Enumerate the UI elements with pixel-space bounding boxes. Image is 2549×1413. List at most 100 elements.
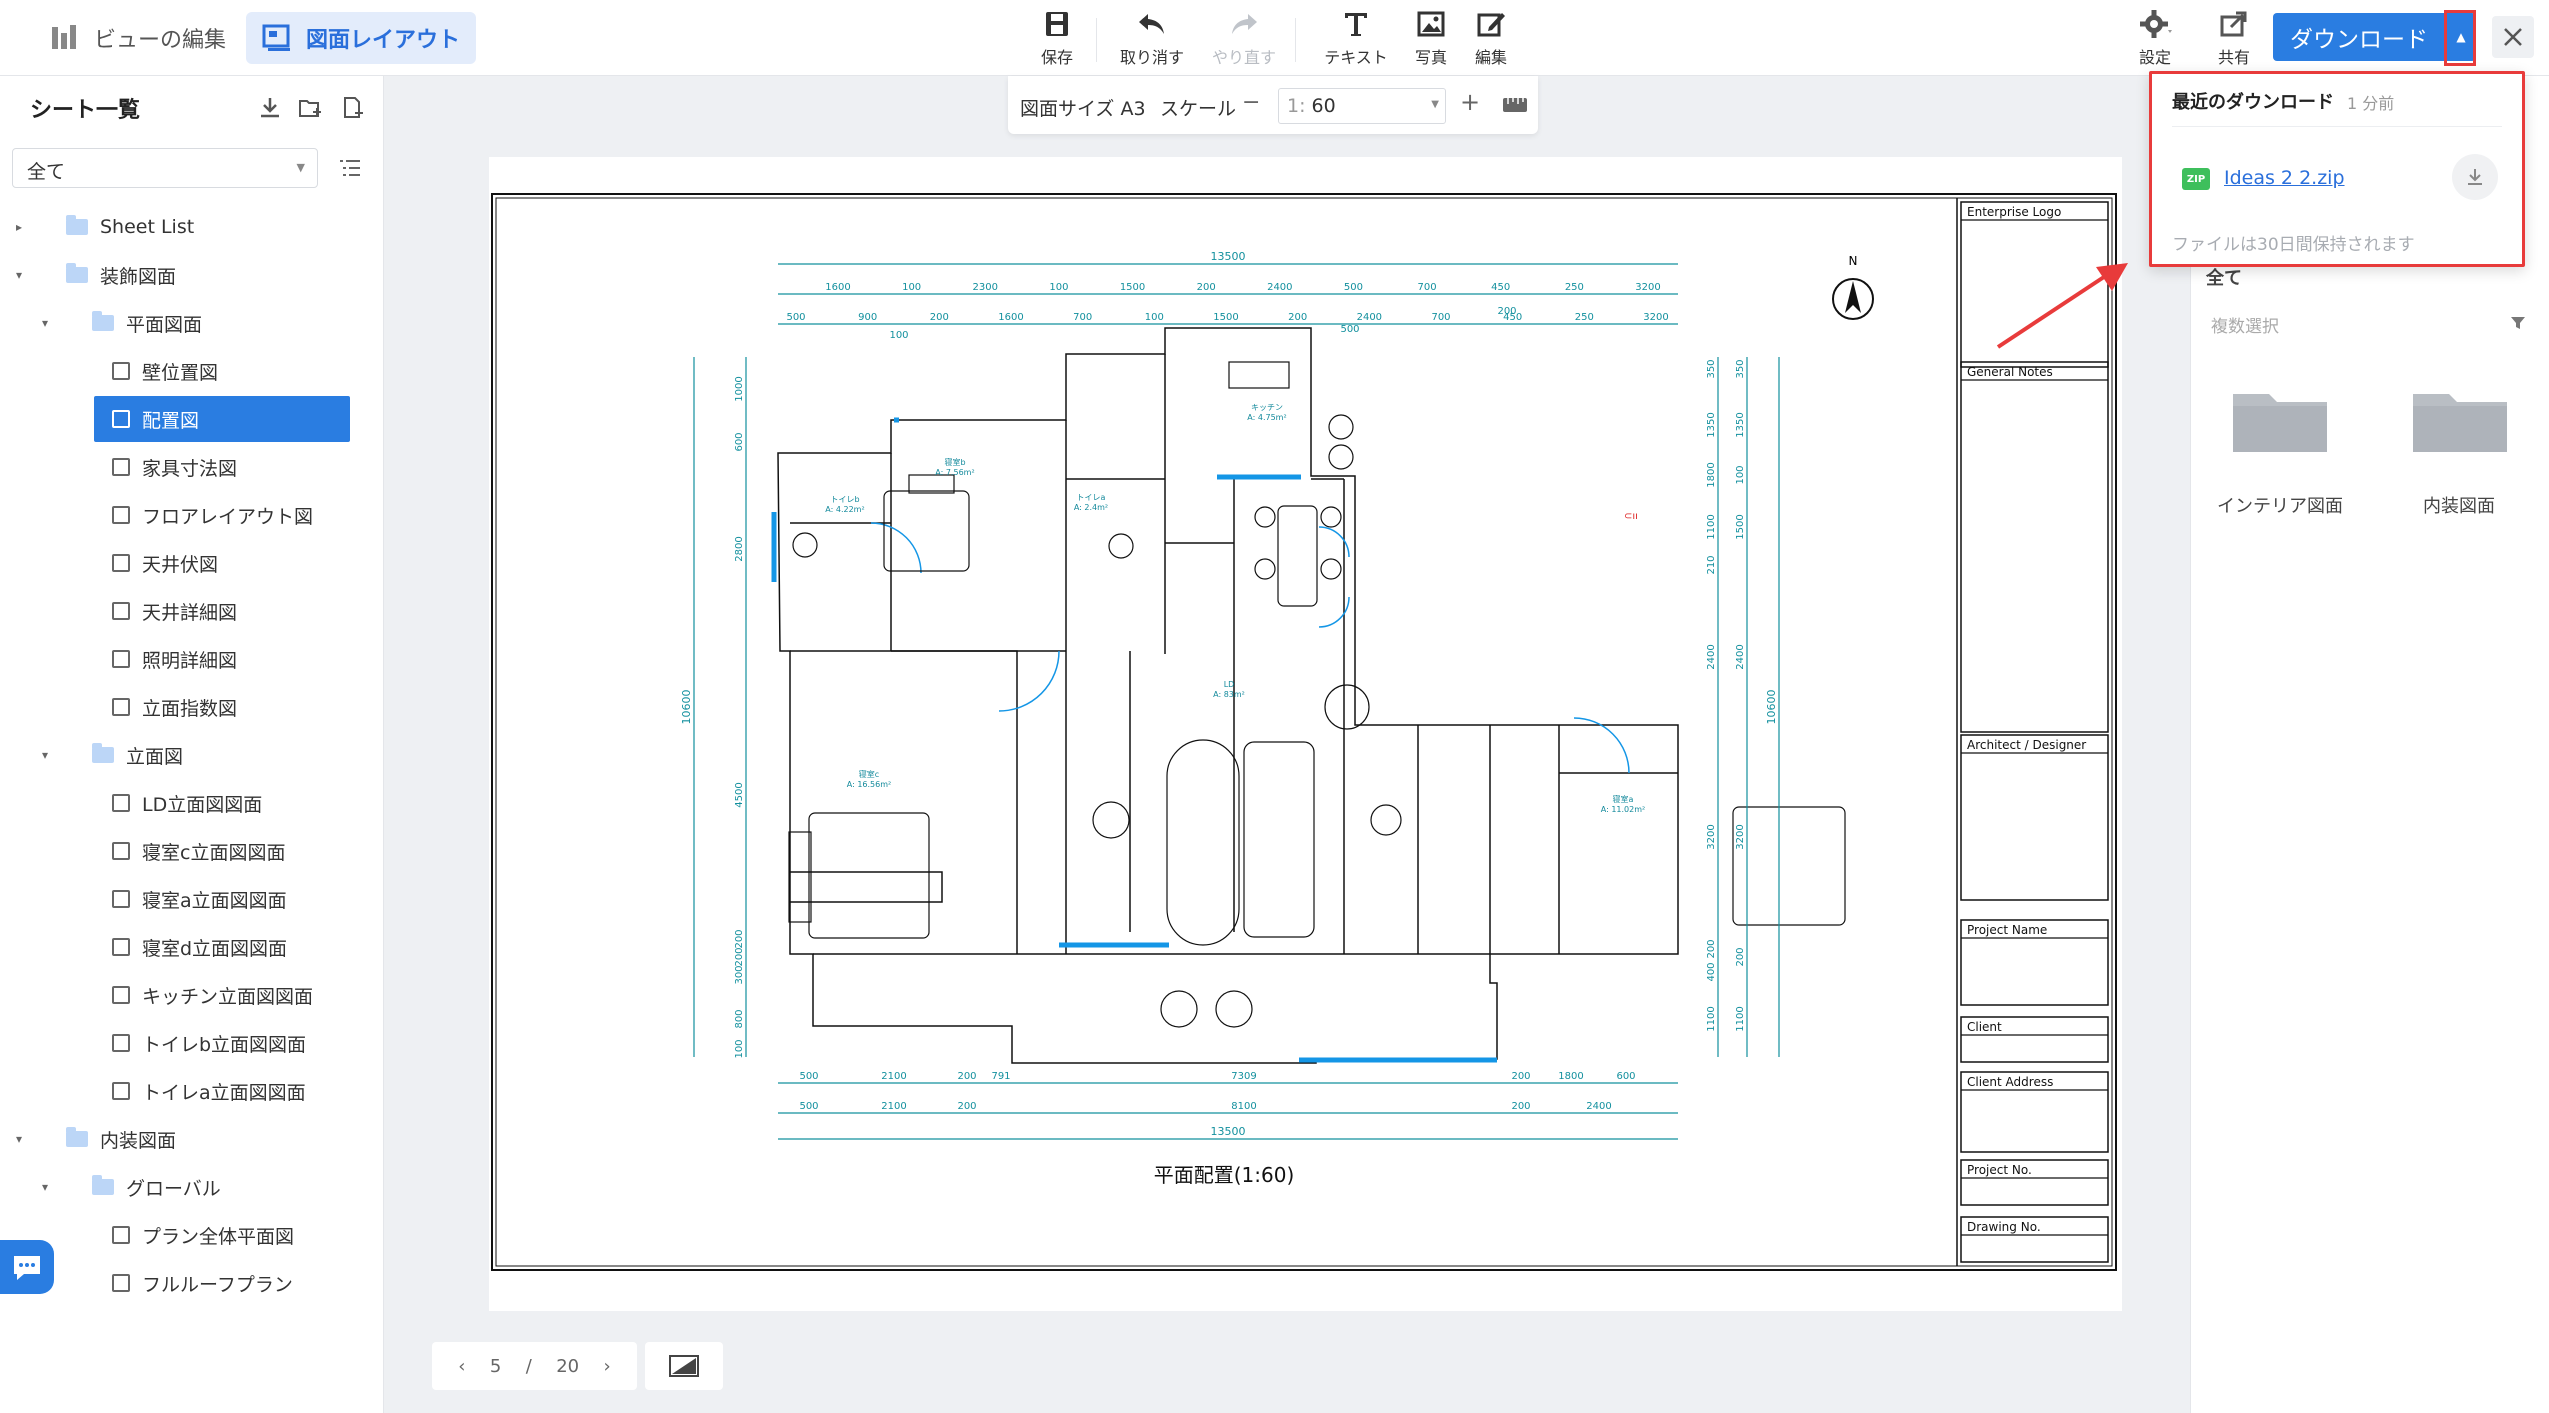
tree-folder[interactable]: 内装図面 [66, 1116, 176, 1162]
dimension-label: 2300 [973, 282, 998, 293]
tree-folder[interactable]: 平面図面 [92, 300, 202, 346]
tree-sheet[interactable]: プラン全体平面図 [112, 1212, 294, 1258]
edit-button[interactable]: 編集 [1451, 8, 1531, 68]
list-view-icon[interactable] [338, 156, 362, 180]
share-icon [2220, 11, 2247, 37]
dimension-label: 200 [1288, 312, 1307, 323]
tree-sheet[interactable]: 配置図 [94, 396, 350, 442]
sheet-list-panel: シート一覧 全て ▼ ▸ Sheet List ▾ 装飾図面 ▾ 平面図面 壁位置図 配置図 家具… [0, 76, 384, 1413]
room-name: キッチン [1251, 403, 1283, 412]
paper-size-label[interactable]: 図面サイズ A3 [1020, 94, 1146, 121]
dimension-label: 1600 [825, 282, 850, 293]
scale-input[interactable]: 1: 60 ▼ [1278, 88, 1446, 124]
dimension-label: 1500 [1213, 312, 1238, 323]
undo-button[interactable]: 取り消す [1112, 8, 1192, 68]
tab-edit-view[interactable]: ビューの編集 [34, 12, 242, 64]
tree-sheet[interactable]: フロアレイアウト図 [112, 492, 313, 538]
expand-icon[interactable]: ▸ [16, 220, 22, 234]
tree-sheet[interactable]: 寝室d立面図図面 [112, 924, 287, 970]
tree-sheet[interactable]: フルルーフプラン [112, 1260, 293, 1306]
download-file-link[interactable]: Ideas 2 2.zip [2224, 167, 2345, 189]
multi-select-button[interactable]: 複数選択 [2211, 312, 2279, 337]
tree-folder[interactable]: Sheet List [66, 204, 194, 250]
dimension-label: 600 [1616, 1071, 1635, 1082]
tree-sheet[interactable]: 壁位置図 [112, 348, 218, 394]
redownload-button[interactable] [2452, 154, 2498, 200]
page-separator: / [525, 1355, 532, 1377]
tree-sheet[interactable]: 寝室c立面図図面 [112, 828, 285, 874]
tree-folder[interactable]: 装飾図面 [66, 252, 176, 298]
dimension-label: 200 [1511, 1071, 1530, 1082]
close-button[interactable] [2492, 16, 2534, 58]
chevron-down-icon: ▼ [1431, 99, 1439, 110]
tree-sheet[interactable]: LD立面図図面 [112, 780, 262, 826]
tree-sheet[interactable]: 立面指数図 [112, 684, 237, 730]
tree-item-label: トイレa立面図図面 [142, 1081, 306, 1104]
dimension-label: 7309 [1231, 1071, 1256, 1082]
save-button[interactable]: 保存 [1017, 8, 1097, 68]
collapse-icon[interactable]: ▾ [42, 316, 48, 330]
zoom-in-icon[interactable]: + [1460, 88, 1480, 116]
resource-filter-label[interactable]: 全て [2206, 264, 2242, 290]
collapse-icon[interactable]: ▾ [42, 1180, 48, 1194]
folder-icon [92, 311, 114, 331]
filter-icon[interactable] [2509, 314, 2527, 332]
windows [771, 417, 1497, 1063]
dimension-label: 2400 [1357, 312, 1382, 323]
view-edit-icon [52, 25, 76, 49]
redo-button[interactable]: やり直す [1204, 8, 1284, 68]
gear-icon [2140, 10, 2172, 38]
next-page-icon[interactable]: › [604, 1356, 611, 1377]
download-button[interactable]: ダウンロード [2273, 13, 2445, 61]
dimension-label: 600 [734, 432, 745, 451]
sheet-filter-select[interactable]: 全て ▼ [12, 148, 318, 188]
prev-page-icon[interactable]: ‹ [458, 1356, 465, 1377]
folder-label: インテリア図面 [2217, 496, 2343, 517]
sheet-icon [112, 602, 130, 620]
title-block: Enterprise Logo General Notes Architect / … [1960, 201, 2109, 1263]
sheet-list-title: シート一覧 [30, 98, 141, 123]
dimension-label: 791 [991, 1071, 1010, 1082]
download-icon[interactable] [256, 94, 284, 122]
redo-label: やり直す [1211, 48, 1276, 67]
thumbnail-toggle-button[interactable] [645, 1342, 723, 1390]
text-button[interactable]: テキスト [1316, 8, 1396, 68]
collapse-icon[interactable]: ▾ [16, 268, 22, 282]
drawing-sheet[interactable]: Enterprise Logo General Notes Architect / … [489, 157, 2122, 1311]
add-folder-icon[interactable] [296, 94, 324, 122]
tree-sheet[interactable]: 寝室a立面図図面 [112, 876, 287, 922]
tree-folder[interactable]: グローバル [92, 1164, 221, 1210]
download-time: 1 分前 [2347, 94, 2395, 113]
zoom-out-icon[interactable]: − [1242, 90, 1260, 115]
chat-button[interactable] [0, 1240, 54, 1294]
tree-sheet[interactable]: 天井詳細図 [112, 588, 237, 634]
collapse-icon[interactable]: ▾ [16, 1132, 22, 1146]
folder-icon [66, 215, 88, 235]
tree-item-label: 寝室c立面図図面 [142, 841, 286, 864]
dimension-label: 3200 [1643, 312, 1668, 323]
share-button[interactable]: 共有 [2194, 8, 2274, 68]
tree-sheet[interactable]: 天井伏図 [112, 540, 218, 586]
tree-sheet[interactable]: トイレb立面図図面 [112, 1020, 306, 1066]
dimension-label: 2100 [881, 1101, 906, 1112]
thumbnail-icon [669, 1355, 699, 1377]
dimension-label: 2400 [1706, 644, 1717, 669]
tab-drawing-layout[interactable]: 図面レイアウト [246, 12, 477, 64]
tree-sheet[interactable]: トイレa立面図図面 [112, 1068, 306, 1114]
dimension-label: 200 [1735, 947, 1746, 966]
red-marker: ⊂ıı [1624, 511, 1638, 522]
ruler-icon[interactable] [1502, 94, 1528, 116]
tree-folder[interactable]: 立面図 [92, 732, 183, 778]
settings-button[interactable]: 設定 [2119, 8, 2191, 68]
tree-sheet[interactable]: 家具寸法図 [112, 444, 237, 490]
title-block-label: Client [1967, 1020, 2002, 1034]
edit-icon [1477, 13, 1505, 37]
room-name: 寝室b [944, 457, 965, 467]
add-sheet-icon[interactable] [338, 94, 366, 122]
room-name: 寝室c [859, 769, 879, 779]
tree-item-label: 照明詳細図 [142, 649, 238, 672]
collapse-icon[interactable]: ▾ [42, 748, 48, 762]
retention-note: ファイルは30日間保持されます [2172, 235, 2415, 255]
tree-sheet[interactable]: 照明詳細図 [112, 636, 237, 682]
tree-sheet[interactable]: キッチン立面図図面 [112, 972, 313, 1018]
